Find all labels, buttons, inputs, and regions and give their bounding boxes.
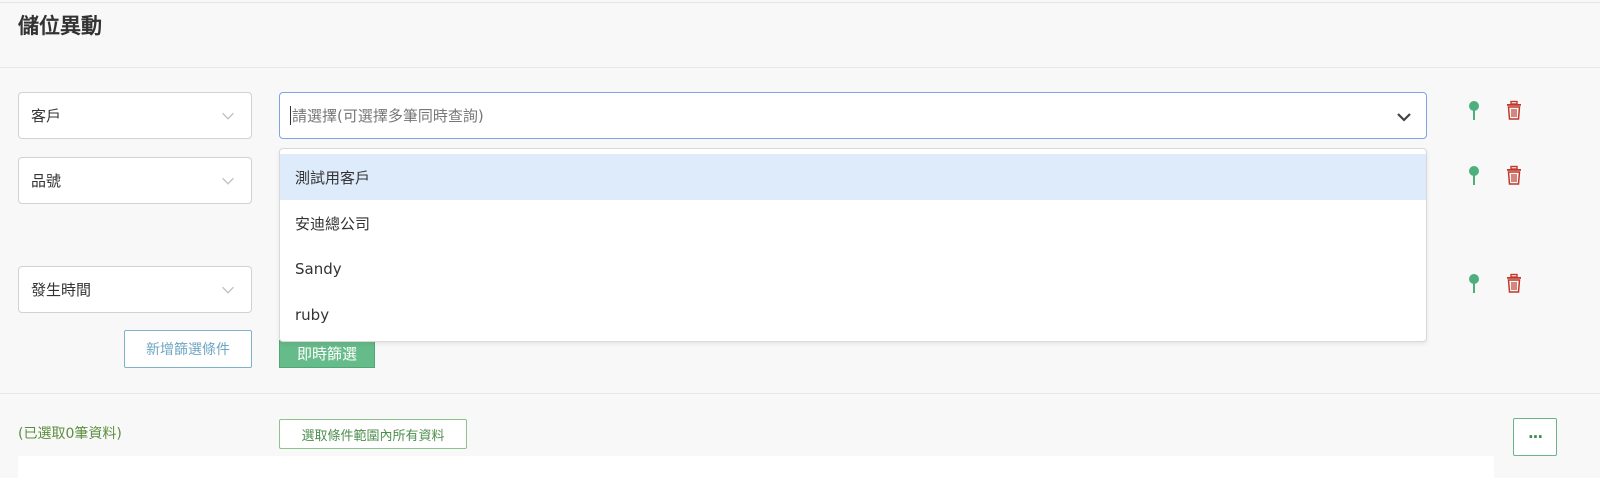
customer-multiselect-input[interactable]: 請選擇(可選擇多筆同時查詢): [279, 92, 1427, 139]
trash-icon[interactable]: [1505, 273, 1523, 295]
table-area-top: [18, 456, 1494, 478]
section-divider: [0, 393, 1600, 394]
pin-icon[interactable]: [1465, 165, 1483, 187]
page-title: 儲位異動: [18, 14, 102, 38]
pin-icon[interactable]: [1465, 273, 1483, 295]
filter-field-label: 發生時間: [31, 281, 92, 299]
dropdown-option[interactable]: ruby: [280, 292, 1426, 338]
top-divider: [0, 2, 1600, 3]
chevron-down-icon: [1397, 113, 1411, 122]
text-cursor: [290, 106, 291, 125]
add-filter-button[interactable]: 新增篩選條件: [124, 330, 252, 368]
filter-field-select-item-no[interactable]: 品號: [18, 157, 252, 204]
trash-icon[interactable]: [1505, 165, 1523, 187]
dropdown-option[interactable]: 測試用客戶: [280, 154, 1426, 200]
dropdown-option[interactable]: 安迪總公司: [280, 200, 1426, 246]
selected-count-text: (已選取0筆資料): [18, 426, 122, 442]
dropdown-option[interactable]: Sandy: [280, 246, 1426, 292]
filter-field-select-customer[interactable]: 客戶: [18, 92, 252, 139]
pin-icon[interactable]: [1465, 100, 1483, 122]
chevron-down-icon: [222, 286, 234, 294]
trash-icon[interactable]: [1505, 100, 1523, 122]
filter-field-select-occurred-time[interactable]: 發生時間: [18, 266, 252, 313]
filter-field-label: 品號: [31, 172, 62, 190]
instant-filter-button[interactable]: 即時篩選: [279, 340, 375, 368]
header-divider: [0, 67, 1600, 68]
select-all-in-range-button[interactable]: 選取條件範圍內所有資料: [279, 419, 467, 449]
filter-field-label: 客戶: [31, 107, 62, 125]
customer-multiselect-placeholder: 請選擇(可選擇多筆同時查詢): [292, 107, 484, 125]
more-options-button[interactable]: ···: [1513, 418, 1557, 456]
customer-options-dropdown: 測試用客戶 安迪總公司 Sandy ruby: [279, 148, 1427, 342]
chevron-down-icon: [222, 177, 234, 185]
chevron-down-icon: [222, 112, 234, 120]
